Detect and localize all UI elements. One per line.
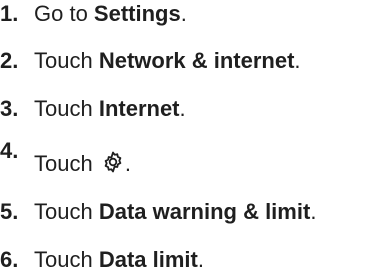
step-5: 5. Touch Data warning & limit. xyxy=(0,198,316,226)
step-text-suffix: . xyxy=(294,48,301,73)
step-number: 6. xyxy=(0,247,19,272)
step-text-plain: Touch xyxy=(34,151,99,176)
step-text-bold: Network & internet xyxy=(98,48,295,73)
gear-icon xyxy=(101,150,125,174)
step-text-plain: Touch xyxy=(34,48,99,73)
step-text-bold: Settings xyxy=(93,1,181,26)
step-text: Touch Data limit. xyxy=(34,246,204,274)
step-2: 2. Touch Network & internet. xyxy=(0,47,301,75)
step-number: 1. xyxy=(0,1,19,26)
step-text-suffix: . xyxy=(180,1,187,26)
step-text: Touch Internet. xyxy=(34,95,186,123)
step-6: 6. Touch Data limit. xyxy=(0,246,204,274)
step-1: 1. Go to Settings. xyxy=(0,0,187,28)
step-text: Touch Network & internet. xyxy=(34,47,301,75)
step-4: 4. Touch . xyxy=(0,138,131,176)
step-3: 3. Touch Internet. xyxy=(0,95,186,123)
step-text-suffix: . xyxy=(197,247,204,272)
step-text-plain: Touch xyxy=(34,199,99,224)
instruction-list: 1. Go to Settings. 2. Touch Network & in… xyxy=(0,0,380,280)
step-text-plain: Touch xyxy=(34,96,99,121)
step-text-suffix: . xyxy=(179,96,186,121)
step-text-bold: Data warning & limit xyxy=(98,199,311,224)
step-text-suffix: . xyxy=(124,151,131,176)
step-number: 5. xyxy=(0,199,19,224)
step-text: Touch Data warning & limit. xyxy=(34,198,316,226)
step-number: 2. xyxy=(0,48,19,73)
step-number: 3. xyxy=(0,96,19,121)
step-number: 4. xyxy=(0,138,19,163)
step-text: Touch . xyxy=(34,150,131,178)
step-text-suffix: . xyxy=(310,199,317,224)
step-text-bold: Internet xyxy=(98,96,180,121)
step-text-plain: Touch xyxy=(34,247,99,272)
step-text-bold: Data limit xyxy=(98,247,198,272)
step-text: Go to Settings. xyxy=(34,0,187,28)
step-text-plain: Go to xyxy=(34,1,94,26)
